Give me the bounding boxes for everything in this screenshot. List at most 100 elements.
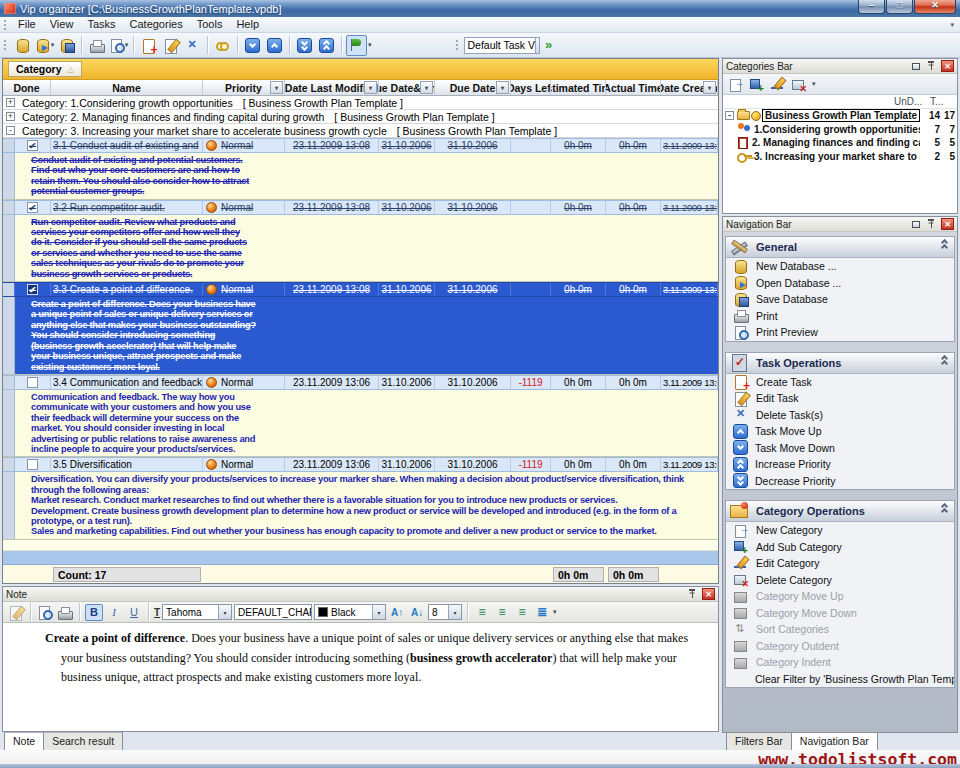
menu-item[interactable]: Tasks — [80, 17, 122, 32]
tab[interactable]: Filters Bar — [726, 732, 792, 751]
col-total[interactable]: T... — [930, 96, 954, 107]
col-actual[interactable]: Actual Time — [606, 80, 661, 95]
find-tasks-button[interactable] — [212, 35, 233, 56]
task-done-cell[interactable]: ✔ — [15, 283, 51, 296]
nav-item[interactable]: Save Database — [726, 291, 954, 308]
task-done-cell[interactable] — [15, 376, 51, 389]
add-sub-category-icon[interactable] — [749, 77, 765, 92]
done-checkbox[interactable]: ✔ — [27, 140, 38, 151]
maximize-button[interactable]: □ — [886, 0, 913, 14]
task-move-down-button[interactable] — [242, 35, 263, 56]
categories-close-icon[interactable]: ✕ — [941, 60, 954, 72]
task-move-up-button[interactable] — [264, 35, 285, 56]
nav-item[interactable]: New Category — [726, 522, 954, 539]
apply-view-button[interactable] — [541, 35, 562, 56]
nav-item[interactable]: Category Move Down — [726, 605, 954, 622]
tab[interactable]: Note — [4, 732, 44, 751]
minimize-button[interactable]: – — [858, 0, 885, 14]
done-checkbox[interactable]: ✔ — [27, 202, 38, 213]
col-due-date[interactable]: Due Date▾ — [435, 80, 511, 95]
menu-item[interactable]: Categories — [123, 17, 190, 32]
collapse-icon[interactable] — [940, 505, 949, 514]
nav-item[interactable]: Task Move Down — [726, 440, 954, 457]
nav-section-header[interactable]: Task Operations — [726, 353, 954, 374]
category-row[interactable]: - Category: 3. Increasing your market sh… — [3, 124, 718, 138]
nav-section-header[interactable]: Category Operations — [726, 501, 954, 522]
done-checkbox[interactable] — [27, 459, 38, 470]
modified-filter-button[interactable]: ▾ — [364, 81, 377, 94]
category-tree-row[interactable]: 2. Managing finances and finding capital… — [723, 136, 957, 150]
task-done-cell[interactable]: ✔ — [15, 201, 51, 214]
col-due-datetime[interactable]: Due Date&Time▾ — [379, 80, 435, 95]
col-priority[interactable]: Priority▾ — [203, 80, 285, 95]
col-days-left[interactable]: Days Left — [511, 80, 551, 95]
navigation-close-icon[interactable]: ✕ — [941, 218, 954, 230]
menu-item[interactable]: View — [43, 17, 81, 32]
delete-category-icon[interactable] — [791, 77, 807, 92]
due-date-filter-button[interactable]: ▾ — [496, 81, 509, 94]
restore-icon[interactable] — [909, 60, 922, 72]
print-preview-button[interactable]: ▾ — [108, 35, 129, 56]
task-row[interactable]: ✔ 3.3 Create a point of difference. Norm… — [3, 282, 718, 297]
font-color-combo[interactable]: Black▾ — [314, 604, 386, 620]
restore-icon[interactable] — [909, 218, 922, 230]
increase-priority-button[interactable] — [316, 35, 337, 56]
task-description-row[interactable]: Communication and feedback. The way how … — [3, 390, 718, 457]
edit-category-icon[interactable] — [770, 77, 786, 92]
task-view-combo[interactable]: Default Task V▾ — [464, 37, 540, 54]
col-name[interactable]: Name — [51, 80, 203, 95]
note-print-button[interactable] — [56, 604, 74, 621]
nav-item[interactable]: New Database ... — [726, 258, 954, 275]
italic-button[interactable]: I — [105, 604, 123, 621]
nav-item[interactable]: Open Database ... — [726, 275, 954, 292]
category-tree-row[interactable]: 3. Increasing your market share to accel… — [723, 150, 957, 164]
create-task-button[interactable] — [138, 35, 159, 56]
nav-item[interactable]: Category Indent — [726, 654, 954, 671]
categories-toolbar-chevron[interactable]: ▾ — [812, 80, 816, 88]
nav-item[interactable]: Task Move Up — [726, 423, 954, 440]
grow-font-button[interactable]: A↑ — [388, 604, 406, 621]
col-modified[interactable]: Date Last Modified▾ — [285, 80, 379, 95]
nav-item[interactable]: Category Move Up — [726, 588, 954, 605]
task-description-row[interactable]: Conduct audit of existing and potential … — [3, 153, 718, 200]
done-checkbox[interactable]: ✔ — [27, 284, 38, 295]
done-checkbox[interactable] — [27, 377, 38, 388]
menu-item[interactable]: Help — [229, 17, 266, 32]
delete-task-button[interactable] — [182, 35, 203, 56]
col-estimated[interactable]: Estimated Time — [551, 80, 606, 95]
task-row[interactable]: 3.5 Diversification Normal 23.11.2009 13… — [3, 457, 718, 472]
print-button[interactable] — [86, 35, 107, 56]
task-done-cell[interactable] — [15, 458, 51, 471]
font-family-combo[interactable]: Tahoma▾ — [162, 604, 232, 620]
tab[interactable]: Navigation Bar — [791, 732, 878, 751]
nav-item[interactable]: Increase Priority — [726, 456, 954, 473]
nav-item[interactable]: Edit Task — [726, 390, 954, 407]
col-undone[interactable]: UnD... — [894, 96, 930, 107]
menu-item[interactable]: File — [11, 17, 43, 32]
filter-flag-button[interactable] — [346, 35, 367, 56]
bold-button[interactable]: B — [85, 604, 103, 621]
pin-icon[interactable] — [925, 60, 938, 72]
task-description-row[interactable]: Create a point of difference. Does your … — [3, 297, 718, 375]
nav-item[interactable]: Add Sub Category — [726, 539, 954, 556]
expand-icon[interactable]: - — [6, 126, 15, 135]
task-name[interactable]: 3.1 Conduct audit of existing and — [51, 139, 203, 152]
nav-item[interactable]: Delete Category — [726, 572, 954, 589]
bullet-list-button[interactable]: ≣ — [533, 604, 551, 621]
col-done[interactable]: Done — [3, 80, 51, 95]
category-row[interactable]: + Category: 1.Considering growth opportu… — [3, 96, 718, 110]
pin-icon[interactable] — [925, 218, 938, 230]
underline-button[interactable]: U — [125, 604, 143, 621]
decrease-priority-button[interactable] — [294, 35, 315, 56]
category-tree-row[interactable]: 1.Considering growth opportunities 7 7 — [723, 123, 957, 137]
col-created[interactable]: Date Created▾ — [661, 80, 718, 95]
task-row[interactable]: ✔ 3.2 Run competitor audit. Normal 23.11… — [3, 200, 718, 215]
nav-item[interactable]: Category Outdent — [726, 638, 954, 655]
nav-item[interactable]: Print — [726, 308, 954, 325]
nav-item[interactable]: Edit Category — [726, 555, 954, 572]
note-page-button[interactable] — [36, 604, 54, 621]
task-name[interactable]: 3.3 Create a point of difference. — [51, 283, 203, 296]
created-filter-button[interactable]: ▾ — [703, 81, 716, 94]
task-row[interactable]: 3.4 Communication and feedback Normal 23… — [3, 375, 718, 390]
font-style-combo[interactable]: DEFAULT_CHAR▾ — [234, 604, 312, 620]
